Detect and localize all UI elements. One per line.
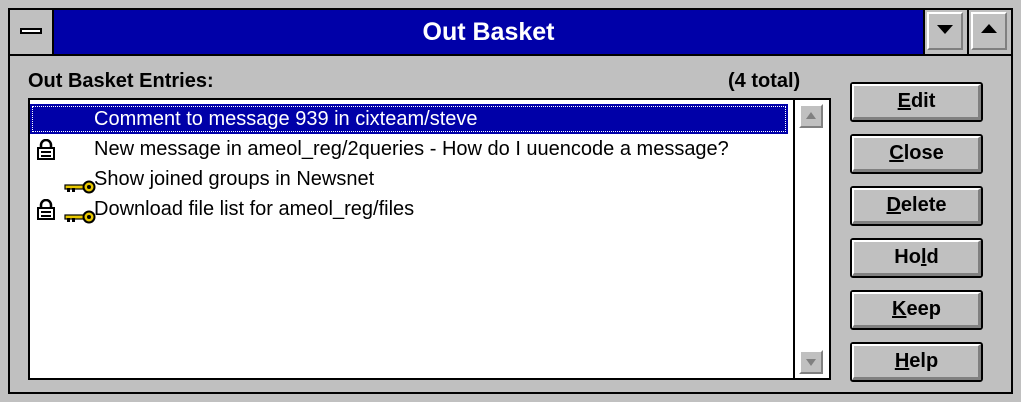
keep-button[interactable]: Keep (850, 290, 983, 330)
key-icon (64, 164, 96, 194)
list-item-label: Download file list for ameol_reg/files (94, 198, 415, 220)
button-label: Edit (897, 90, 936, 112)
vertical-scrollbar[interactable] (793, 100, 829, 378)
title-bar[interactable]: Out Basket (10, 10, 1011, 56)
button-label: Help (894, 350, 939, 372)
window-title: Out Basket (422, 18, 555, 46)
list-item-label: Comment to message 939 in cixteam/steve (94, 108, 478, 130)
help-button[interactable]: Help (850, 342, 983, 382)
edit-button[interactable]: Edit (850, 82, 983, 122)
scroll-down-button[interactable] (799, 350, 823, 374)
button-label: Hold (894, 246, 939, 268)
scroll-up-button[interactable] (799, 104, 823, 128)
padlock-icon (36, 134, 56, 164)
minimize-arrow-icon (937, 25, 953, 34)
maximize-button[interactable] (967, 10, 1011, 54)
button-label: Delete (886, 194, 947, 216)
delete-button[interactable]: Delete (850, 186, 983, 226)
list-item-label: New message in ameol_reg/2queries - How … (94, 138, 729, 160)
scroll-up-arrow-icon (806, 112, 816, 119)
system-menu-icon[interactable] (10, 10, 54, 54)
entries-listbox[interactable]: Comment to message 939 in cixteam/steve N… (28, 98, 831, 380)
total-count: (4 total) (728, 70, 801, 92)
list-item[interactable]: Show joined groups in Newsnet (30, 164, 788, 194)
button-label: Close (889, 142, 944, 164)
maximize-arrow-icon (981, 24, 997, 33)
list-item[interactable]: New message in ameol_reg/2queries - How … (30, 134, 788, 164)
entries-label: Out Basket Entries: (28, 70, 214, 92)
minimize-button[interactable] (923, 10, 967, 54)
padlock-icon (36, 194, 56, 224)
button-label: Keep (892, 298, 941, 320)
hold-button[interactable]: Hold (850, 238, 983, 278)
out-basket-window: Out Basket Out Basket Entries: (4 total)… (8, 8, 1013, 394)
key-icon (64, 194, 96, 224)
list-item-label: Show joined groups in Newsnet (94, 168, 375, 190)
list-item[interactable]: Download file list for ameol_reg/files (30, 194, 788, 224)
scroll-down-arrow-icon (806, 359, 816, 366)
list-item[interactable]: Comment to message 939 in cixteam/steve (30, 104, 788, 134)
close-button[interactable]: Close (850, 134, 983, 174)
